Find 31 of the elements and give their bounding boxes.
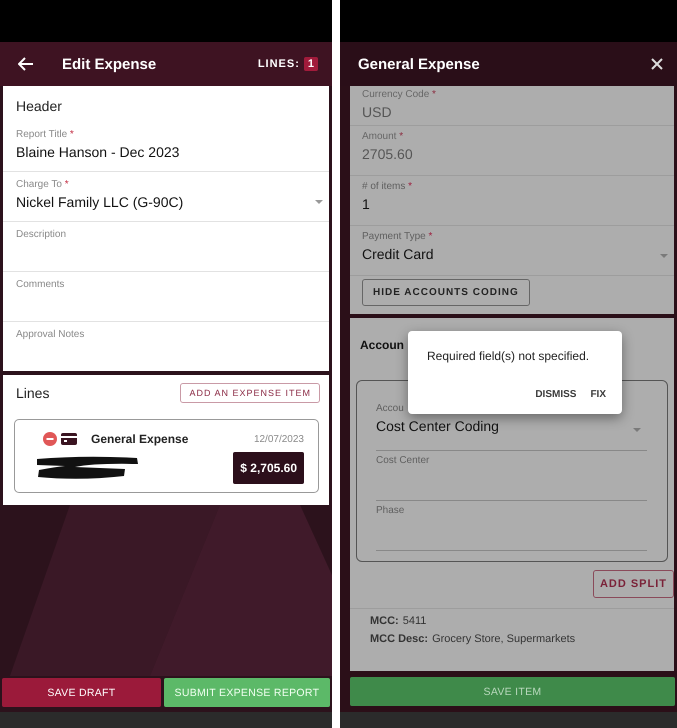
section-title: Lines (16, 385, 50, 401)
add-split-button[interactable]: ADD SPLIT (592, 570, 674, 598)
form-field[interactable]: Comments (3, 271, 329, 321)
amount-badge: $ 2,705.60 (233, 452, 304, 484)
close-icon[interactable] (651, 58, 663, 70)
dialog-message: Required field(s) not specified. (426, 349, 590, 363)
form-field[interactable]: Description (3, 221, 329, 271)
expense-line-card[interactable]: General Expense 12/07/2023 $ 2,705.60 (14, 419, 319, 493)
mcc-label: MCC: (370, 615, 399, 627)
dialog-title: General Expense (358, 56, 480, 72)
section-title: Accoun (359, 338, 406, 352)
form-field[interactable]: Approval Notes (3, 321, 329, 371)
remove-icon[interactable] (43, 432, 57, 446)
expense-type: General Expense (91, 432, 188, 446)
expense-date: 12/07/2023 (254, 434, 304, 444)
form-field[interactable]: Payment Type * Credit Card (350, 225, 674, 275)
mcc-label: MCC Desc: (370, 633, 428, 645)
add-expense-item-button[interactable]: ADD AN EXPENSE ITEM (180, 383, 320, 403)
lines-label: LINES: (258, 58, 300, 70)
mcc-value: 5411 (402, 615, 426, 627)
lines-count-badge: 1 (304, 57, 318, 71)
hide-accounts-coding-button[interactable]: HIDE ACCOUNTS CODING (362, 279, 530, 306)
form-field[interactable]: # of items * 1 (350, 175, 674, 225)
screen-title: Edit Expense (62, 56, 156, 72)
save-draft-button[interactable]: SAVE DRAFT (2, 678, 161, 707)
mcc-value: Grocery Store, Supermarkets (432, 633, 576, 645)
back-arrow-icon[interactable] (18, 57, 34, 71)
form-field[interactable]: Report Title * Blaine Hanson - Dec 2023 (3, 122, 329, 171)
section-title: Header (15, 97, 63, 116)
form-field[interactable]: Charge To * Nickel Family LLC (G-90C) (3, 171, 329, 221)
credit-card-icon (61, 433, 77, 445)
